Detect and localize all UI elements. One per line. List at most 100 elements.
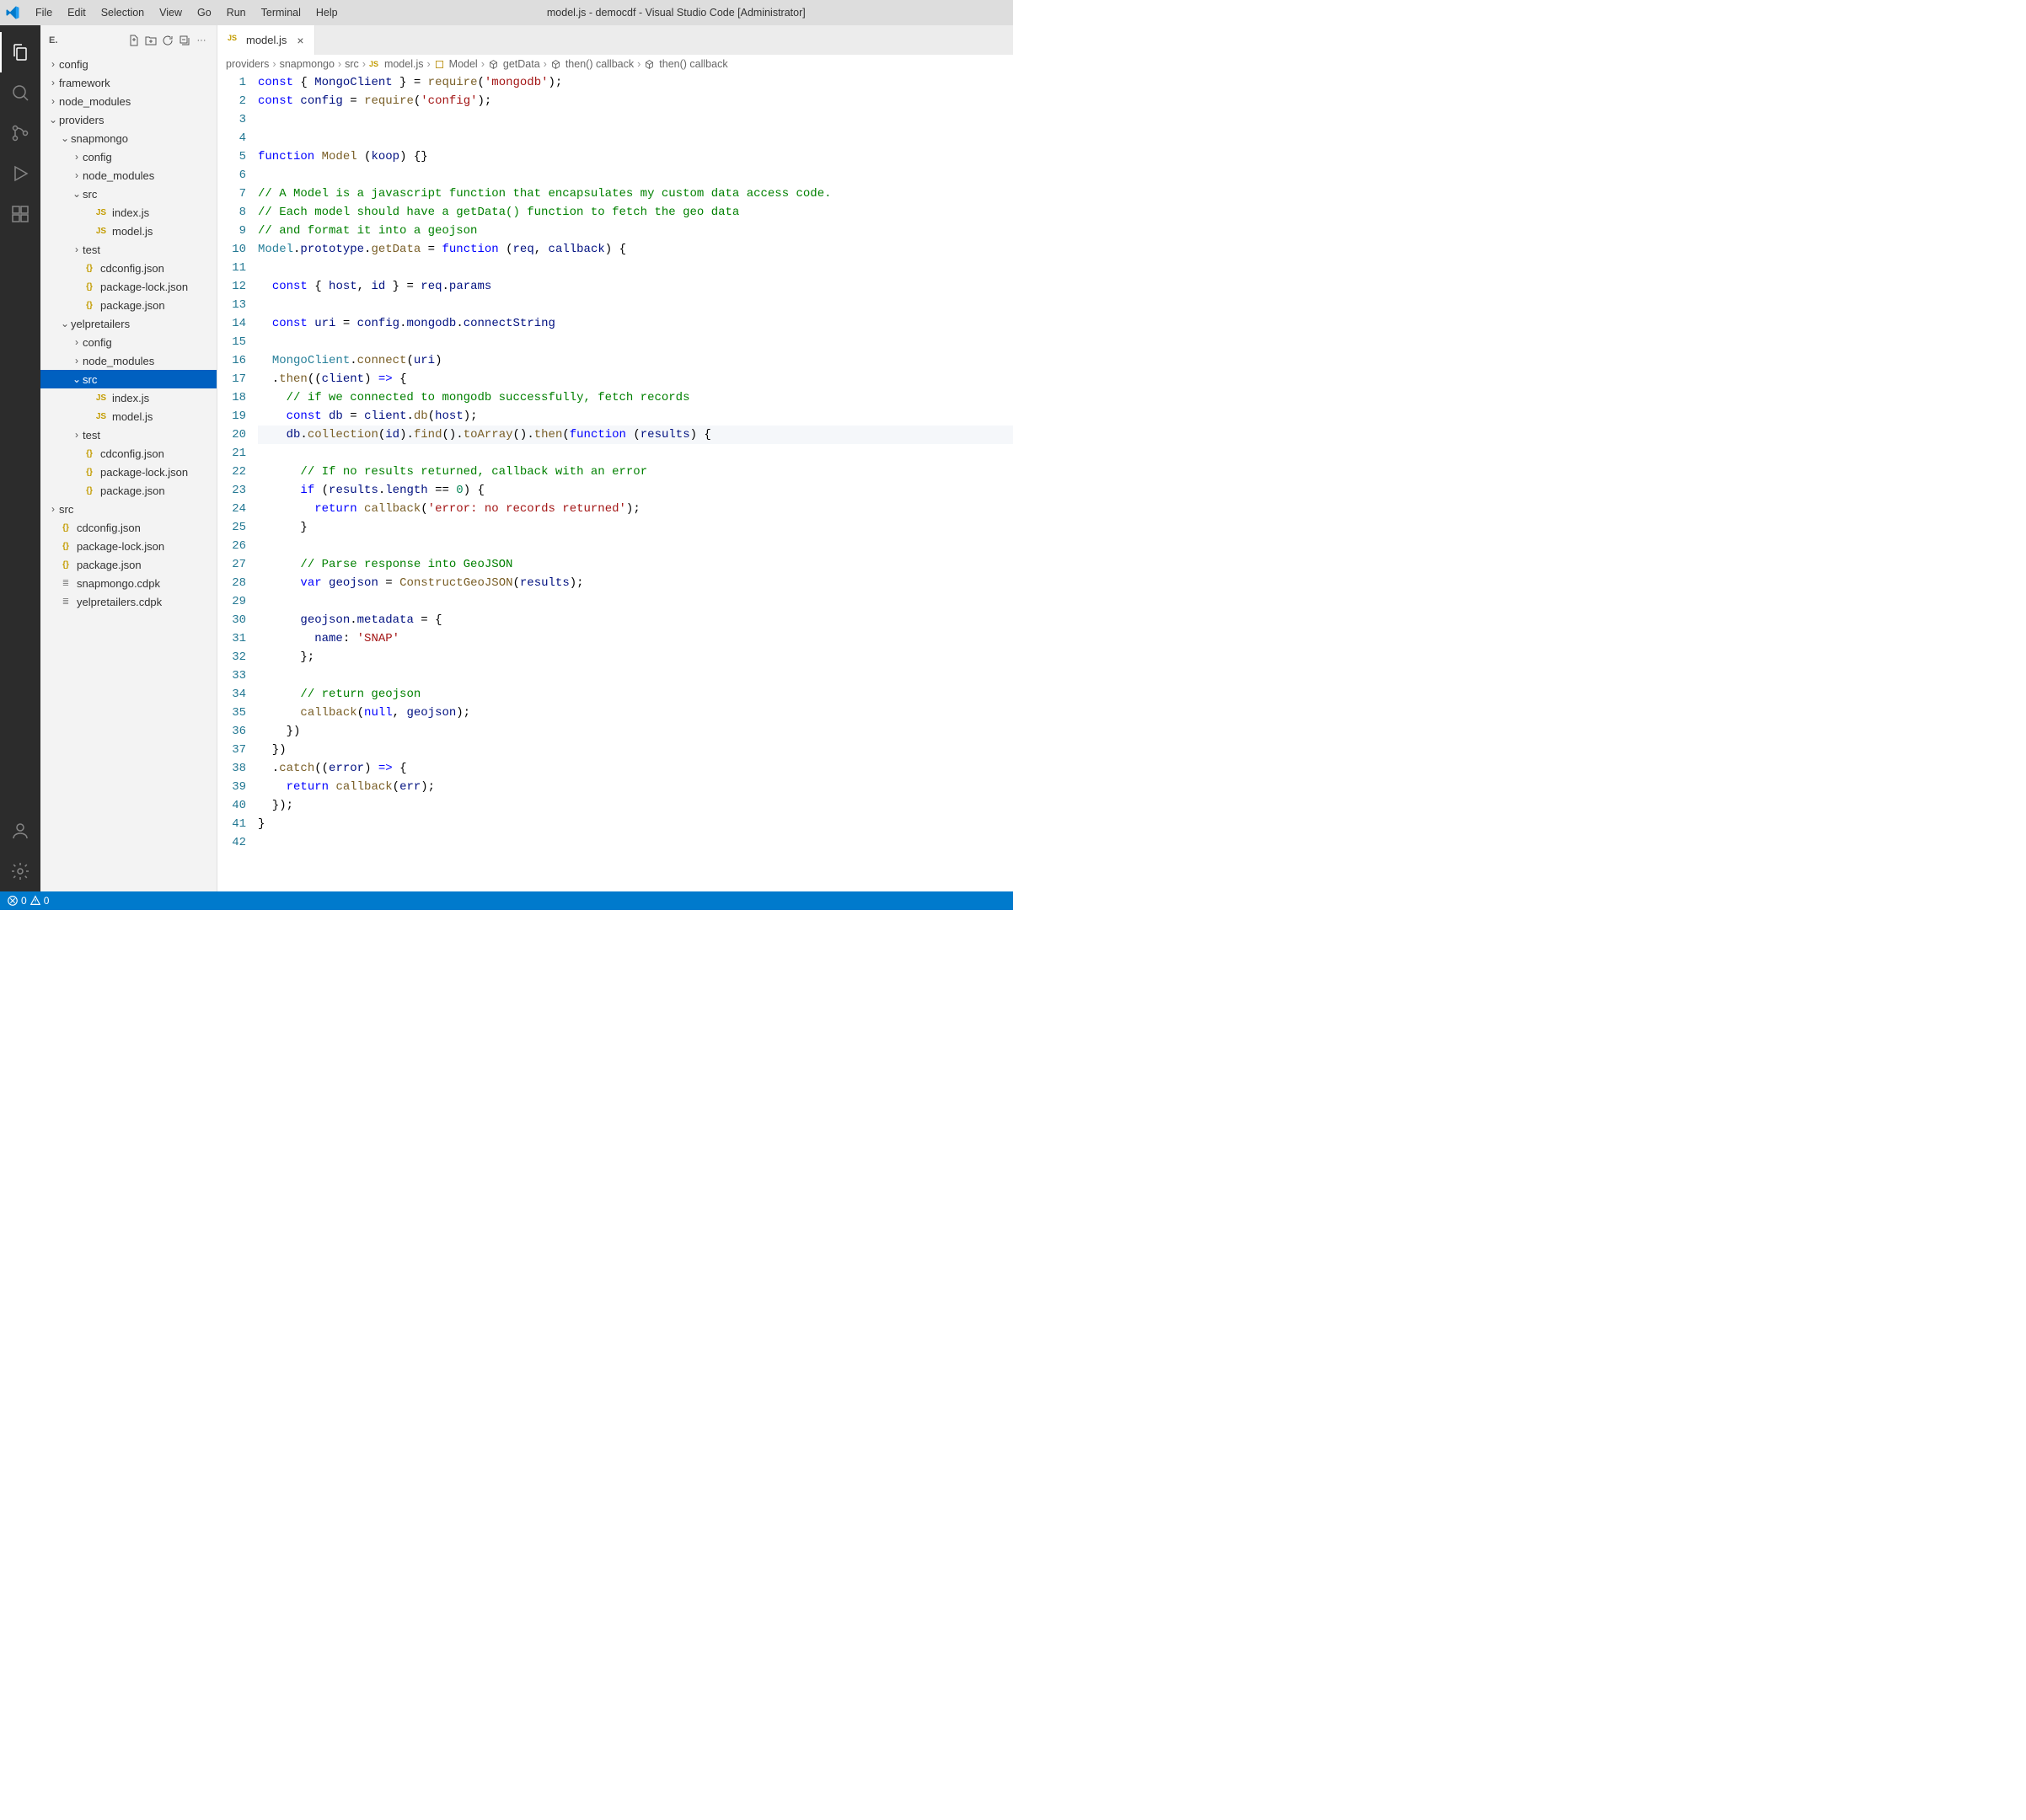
tree-item-label: package-lock.json — [100, 281, 188, 293]
tree-item[interactable]: {}package-lock.json — [40, 277, 217, 296]
tree-item[interactable]: ›config — [40, 333, 217, 351]
activity-search[interactable] — [0, 72, 40, 113]
menu-edit[interactable]: Edit — [61, 5, 93, 20]
menu-view[interactable]: View — [153, 5, 189, 20]
tree-item[interactable]: {} cdconfig.json — [40, 444, 217, 463]
tree-item[interactable]: ⌄yelpretailers — [40, 314, 217, 333]
activity-accounts[interactable] — [0, 811, 40, 851]
tree-item[interactable]: {}cdconfig.json — [40, 259, 217, 277]
tree-item-label: config — [83, 336, 112, 349]
tree-item[interactable]: ›test — [40, 240, 217, 259]
breadcrumb-segment[interactable]: snapmongo — [280, 58, 335, 70]
tree-item-label: cdconfig.json — [100, 447, 164, 460]
tree-item[interactable]: ›config — [40, 55, 217, 73]
more-icon[interactable]: ··· — [195, 34, 208, 47]
json-file-icon: {} — [83, 447, 96, 460]
tree-item-label: snapmongo — [71, 132, 128, 145]
class-icon — [434, 58, 446, 70]
tree-item-label: yelpretailers.cdpk — [77, 596, 162, 608]
tree-item[interactable]: JSindex.js — [40, 388, 217, 407]
chevron-down-icon: ⌄ — [59, 318, 71, 329]
breadcrumb-segment[interactable]: Model — [449, 58, 478, 70]
method-icon — [550, 58, 562, 70]
tree-item[interactable]: ≣ snapmongo.cdpk — [40, 574, 217, 592]
tree-item[interactable]: {} package.json — [40, 555, 217, 574]
tree-item[interactable]: ⌄providers — [40, 110, 217, 129]
activity-source-control[interactable] — [0, 113, 40, 153]
tree-item[interactable]: ›test — [40, 426, 217, 444]
breadcrumb-segment[interactable]: model.js — [384, 58, 424, 70]
tree-item[interactable]: ⌄snapmongo — [40, 129, 217, 147]
tree-item-label: model.js — [112, 410, 153, 423]
tree-item[interactable]: ›framework — [40, 73, 217, 92]
json-file-icon: {} — [59, 558, 72, 571]
tree-item-label: package.json — [77, 559, 142, 571]
js-file-icon: JS — [94, 391, 108, 404]
tree-item-label: node_modules — [83, 355, 154, 367]
tree-item[interactable]: {} package-lock.json — [40, 463, 217, 481]
breadcrumb-segment[interactable]: providers — [226, 58, 269, 70]
json-file-icon: {} — [83, 465, 96, 479]
tree-item[interactable]: ›config — [40, 147, 217, 166]
tree-item[interactable]: ›node_modules — [40, 166, 217, 185]
tree-item[interactable]: {}package.json — [40, 481, 217, 500]
tree-item-label: snapmongo.cdpk — [77, 577, 160, 590]
breadcrumb-segment[interactable]: getData — [503, 58, 540, 70]
tree-item[interactable]: ⌄src — [40, 370, 217, 388]
status-error-count: 0 — [21, 895, 27, 907]
menu-help[interactable]: Help — [309, 5, 345, 20]
tree-item-label: yelpretailers — [71, 318, 130, 330]
close-icon[interactable]: × — [297, 34, 303, 47]
chevron-down-icon: ⌄ — [59, 132, 71, 144]
menu-go[interactable]: Go — [190, 5, 218, 20]
js-file-icon: JS — [228, 34, 241, 47]
new-file-icon[interactable] — [127, 34, 141, 47]
tree-item[interactable]: ›node_modules — [40, 351, 217, 370]
breadcrumb-segment[interactable]: then() callback — [659, 58, 727, 70]
breadcrumbs[interactable]: providers›snapmongo›src›JSmodel.js›Model… — [217, 55, 1013, 73]
collapse-all-icon[interactable] — [178, 34, 191, 47]
activity-explorer[interactable] — [0, 32, 40, 72]
tree-item-label: index.js — [112, 206, 149, 219]
tree-item[interactable]: JSindex.js — [40, 203, 217, 222]
tree-item-label: providers — [59, 114, 104, 126]
menu-terminal[interactable]: Terminal — [255, 5, 308, 20]
menu-selection[interactable]: Selection — [94, 5, 151, 20]
new-folder-icon[interactable] — [144, 34, 158, 47]
lines-file-icon: ≣ — [59, 595, 72, 608]
tree-item[interactable]: JS model.js — [40, 407, 217, 426]
tree-item-label: test — [83, 429, 100, 442]
tree-item[interactable]: ›node_modules — [40, 92, 217, 110]
chevron-right-icon: › — [71, 244, 83, 255]
activity-extensions[interactable] — [0, 194, 40, 234]
tree-item[interactable]: {}package-lock.json — [40, 537, 217, 555]
breadcrumb-segment[interactable]: then() callback — [565, 58, 634, 70]
refresh-icon[interactable] — [161, 34, 174, 47]
js-file-icon: JS — [94, 410, 108, 423]
activity-run-debug[interactable] — [0, 153, 40, 194]
titlebar: FileEditSelectionViewGoRunTerminalHelp m… — [0, 0, 1013, 25]
breadcrumb-segment[interactable]: src — [345, 58, 359, 70]
chevron-right-icon: › — [47, 503, 59, 515]
chevron-right-icon: › — [71, 151, 83, 163]
status-problems[interactable]: 0 0 — [7, 895, 49, 907]
menu-file[interactable]: File — [29, 5, 59, 20]
menu-run[interactable]: Run — [220, 5, 253, 20]
chevron-right-icon: › — [481, 58, 485, 70]
tree-item-label: cdconfig.json — [77, 522, 141, 534]
tree-item-label: src — [83, 373, 97, 386]
tree-item-label: package-lock.json — [100, 466, 188, 479]
lines-file-icon: ≣ — [59, 576, 72, 590]
activity-settings[interactable] — [0, 851, 40, 891]
tab-model-js[interactable]: JS model.js × — [217, 25, 315, 55]
tree-item[interactable]: ≣ yelpretailers.cdpk — [40, 592, 217, 611]
tree-item[interactable]: ›src — [40, 500, 217, 518]
code-editor[interactable]: 1234567891011121314151617181920212223242… — [217, 73, 1013, 891]
tree-item[interactable]: {}cdconfig.json — [40, 518, 217, 537]
tree-item[interactable]: JSmodel.js — [40, 222, 217, 240]
code-content[interactable]: const { MongoClient } = require('mongodb… — [258, 73, 1013, 891]
tree-item[interactable]: {}package.json — [40, 296, 217, 314]
tree-item-label: framework — [59, 77, 110, 89]
explorer-header-label: E. — [49, 35, 57, 46]
tree-item[interactable]: ⌄src — [40, 185, 217, 203]
